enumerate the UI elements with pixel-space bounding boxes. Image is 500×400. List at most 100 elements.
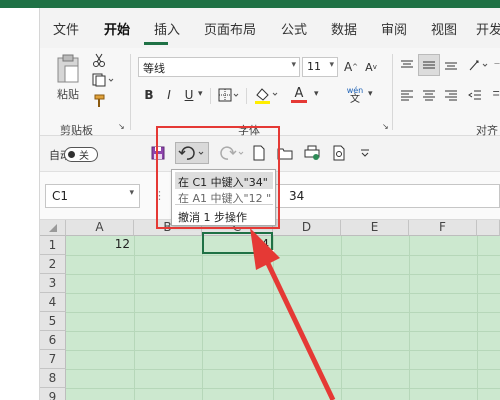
italic-button[interactable]: I xyxy=(160,86,178,104)
gridline xyxy=(66,331,500,332)
copy-icon[interactable] xyxy=(90,71,116,89)
print-preview-icon[interactable] xyxy=(302,144,322,162)
group-divider xyxy=(392,54,393,130)
tab-home[interactable]: 开始 xyxy=(104,19,130,38)
tab-view[interactable]: 视图 xyxy=(431,19,457,38)
highlight-box xyxy=(156,126,280,229)
align-left-icon[interactable] xyxy=(398,86,416,104)
left-margin xyxy=(0,8,40,400)
column-header-d[interactable]: D xyxy=(273,220,341,236)
align-right-icon[interactable] xyxy=(442,86,460,104)
row-header-6[interactable]: 6 xyxy=(40,331,66,350)
grow-font-button[interactable]: A ^ xyxy=(342,57,360,77)
gridline xyxy=(409,236,410,400)
column-header-a[interactable]: A xyxy=(66,220,134,236)
tab-data[interactable]: 数据 xyxy=(331,19,357,38)
font-size-value: 11 xyxy=(307,60,321,73)
row-header-5[interactable]: 5 xyxy=(40,312,66,331)
chevron-down-icon[interactable]: ▾ xyxy=(314,89,319,99)
spreadsheet-grid[interactable]: A B C D E F 1 2 3 4 5 6 7 8 9 12 34 xyxy=(40,220,500,400)
select-all-corner[interactable] xyxy=(40,220,66,236)
font-name-value: 等线 xyxy=(143,62,165,75)
phonetic-bottom-text: 文 xyxy=(350,94,360,105)
gridline xyxy=(202,236,203,400)
fill-handle[interactable] xyxy=(269,250,274,255)
customize-toolbar-icon[interactable] xyxy=(358,144,372,162)
paste-label: 粘贴 xyxy=(57,88,79,101)
font-size-select[interactable]: 11 ▾ xyxy=(302,57,338,77)
font-color-icon: A xyxy=(294,86,304,101)
chevron-down-icon: ▾ xyxy=(291,60,296,70)
autosave-toggle[interactable]: 关 xyxy=(64,147,98,162)
align-center-icon[interactable] xyxy=(420,86,438,104)
row-header-8[interactable]: 8 xyxy=(40,369,66,388)
ribbon: 粘贴 剪贴板 ↘ 等线 ▾ 11 ▾ A ^ Av B I U ▾ A ▾ wén 文… xyxy=(40,48,500,137)
row-header-4[interactable]: 4 xyxy=(40,293,66,312)
font-name-select[interactable]: 等线 ▾ xyxy=(138,57,300,77)
borders-button[interactable] xyxy=(216,86,242,104)
align-middle-icon[interactable] xyxy=(418,54,440,76)
shrink-font-icon: A xyxy=(365,60,373,74)
ribbon-tab-bar: 文件 开始 插入 页面布局 公式 数据 审阅 视图 开发 xyxy=(40,8,500,48)
row-header-2[interactable]: 2 xyxy=(40,255,66,274)
text-orientation-icon[interactable] xyxy=(466,56,492,74)
gridline xyxy=(66,312,500,313)
active-cell-border xyxy=(202,232,273,254)
align-top-icon[interactable] xyxy=(398,56,416,74)
formula-input[interactable]: 34 xyxy=(270,184,500,208)
gridline xyxy=(273,236,274,400)
clipboard-launcher-icon[interactable]: ↘ xyxy=(118,122,125,131)
title-bar-strip xyxy=(0,0,500,8)
gridline xyxy=(66,369,500,370)
gridline xyxy=(477,236,478,400)
paste-icon[interactable] xyxy=(48,52,88,86)
decrease-indent-icon[interactable] xyxy=(466,86,484,104)
divider xyxy=(246,88,247,104)
toggle-knob xyxy=(68,151,75,158)
font-launcher-icon[interactable]: ↘ xyxy=(382,122,389,131)
gridline xyxy=(66,255,500,256)
grow-font-icon: A xyxy=(343,60,353,74)
increase-indent-icon[interactable] xyxy=(488,86,500,104)
cut-icon[interactable] xyxy=(90,51,108,69)
tab-file[interactable]: 文件 xyxy=(53,19,79,38)
autosave-toggle-state: 关 xyxy=(79,151,89,162)
formula-value: 34 xyxy=(289,189,305,203)
bold-button[interactable]: B xyxy=(140,86,158,104)
font-color-button[interactable]: A xyxy=(284,84,314,106)
chevron-down-icon[interactable]: ▾ xyxy=(368,89,373,99)
gridline xyxy=(66,293,500,294)
chevron-down-icon: ▾ xyxy=(329,60,334,70)
tab-formulas[interactable]: 公式 xyxy=(281,19,307,38)
tab-page-layout[interactable]: 页面布局 xyxy=(204,19,256,38)
row-header-1[interactable]: 1 xyxy=(40,236,66,255)
phonetic-guide-button[interactable]: wén 文 xyxy=(344,84,366,106)
chevron-down-icon[interactable]: ▾ xyxy=(198,89,203,99)
gridline xyxy=(66,274,500,275)
cell-a1[interactable]: 12 xyxy=(66,237,134,251)
name-box[interactable]: C1 ▾ xyxy=(45,184,140,208)
row-header-7[interactable]: 7 xyxy=(40,350,66,369)
format-painter-icon[interactable] xyxy=(90,92,108,110)
column-header-next[interactable] xyxy=(477,220,500,236)
column-header-e[interactable]: E xyxy=(341,220,409,236)
shrink-font-button[interactable]: Av xyxy=(362,57,380,77)
row-header-9[interactable]: 9 xyxy=(40,388,66,400)
active-tab-indicator xyxy=(144,42,168,45)
document-search-icon[interactable] xyxy=(330,144,348,162)
underline-button[interactable]: U xyxy=(180,86,198,104)
chevron-down-icon: ▾ xyxy=(129,188,134,198)
align-bottom-icon[interactable] xyxy=(442,56,460,74)
fill-color-button[interactable] xyxy=(252,84,280,106)
wrap-text-icon[interactable] xyxy=(494,56,500,74)
name-box-value: C1 xyxy=(52,189,69,203)
tab-insert[interactable]: 插入 xyxy=(154,19,180,38)
tab-review[interactable]: 审阅 xyxy=(381,19,407,38)
gridline xyxy=(66,388,500,389)
gridline xyxy=(134,236,135,400)
row-header-3[interactable]: 3 xyxy=(40,274,66,293)
column-header-f[interactable]: F xyxy=(409,220,477,236)
group-divider xyxy=(130,54,131,130)
tab-developer[interactable]: 开发 xyxy=(476,19,500,38)
divider xyxy=(210,88,211,104)
